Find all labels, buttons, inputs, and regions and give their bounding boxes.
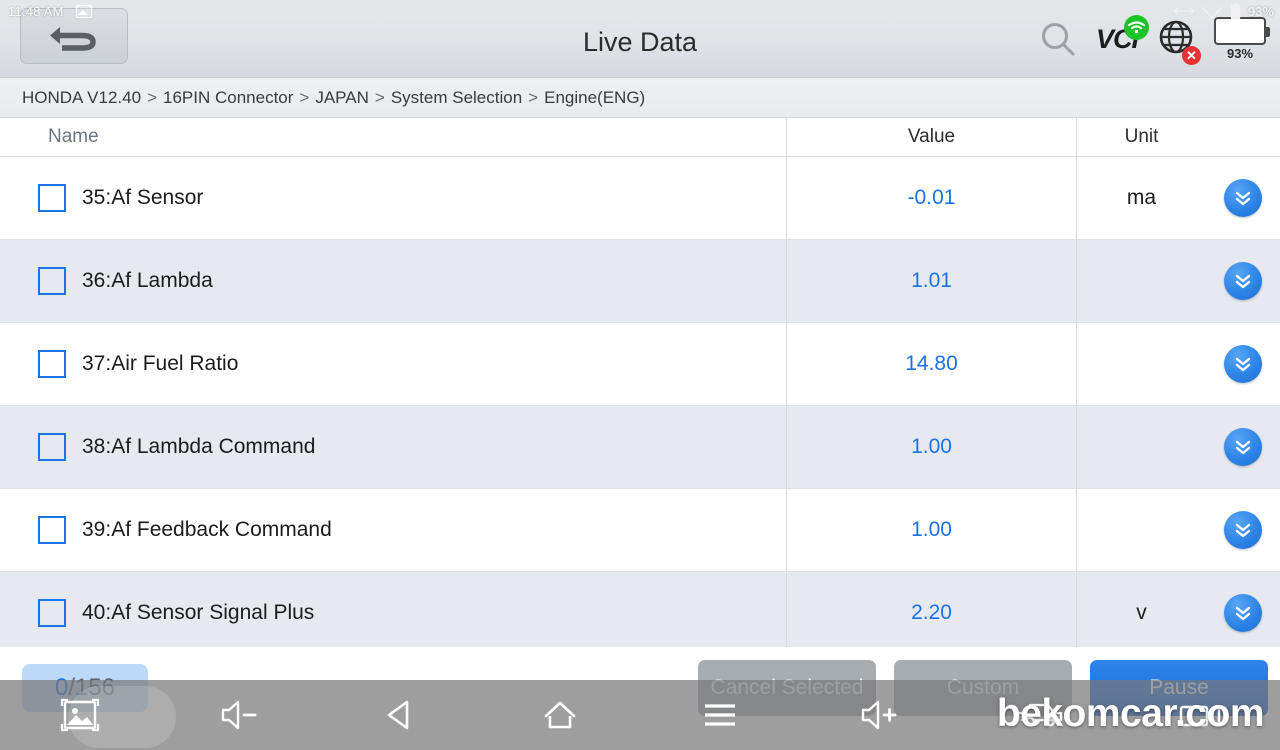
row-value-cell: 1.00 [786, 489, 1076, 571]
row-name-cell: 39:Af Feedback Command [0, 489, 786, 571]
chevron-double-down-icon[interactable] [1224, 594, 1262, 632]
table-row[interactable]: 37:Air Fuel Ratio 14.80 [0, 323, 1280, 406]
row-name-cell: 35:Af Sensor [0, 157, 786, 239]
row-checkbox[interactable] [38, 433, 66, 461]
breadcrumb-item-2[interactable]: JAPAN [315, 88, 369, 108]
header-icon-group: VCI ✕ 93% [1038, 14, 1270, 65]
row-checkbox[interactable] [38, 599, 66, 627]
column-header-unit: Unit [1076, 118, 1206, 156]
battery-indicator: 93% [1214, 17, 1270, 61]
breadcrumb-item-1[interactable]: 16PIN Connector [163, 88, 293, 108]
row-action-cell [1206, 572, 1280, 647]
breadcrumb-separator: > [299, 87, 310, 107]
breadcrumb-separator: > [528, 87, 539, 107]
row-unit-cell [1076, 240, 1206, 322]
row-action-cell [1206, 240, 1280, 322]
row-name-cell: 37:Air Fuel Ratio [0, 323, 786, 405]
row-name-cell: 40:Af Sensor Signal Plus [0, 572, 786, 647]
row-unit-cell: ma [1076, 157, 1206, 239]
row-checkbox[interactable] [38, 350, 66, 378]
row-unit-cell [1076, 406, 1206, 488]
live-data-table[interactable]: 35:Af Sensor -0.01 ma 36:Af Lambda 1.01 37:Ai… [0, 157, 1280, 647]
row-action-cell [1206, 323, 1280, 405]
table-header-row: Name Value Unit [0, 118, 1280, 157]
back-button[interactable] [20, 8, 128, 64]
nav-recents-button[interactable] [640, 680, 800, 750]
wifi-icon [1124, 14, 1149, 40]
row-unit-cell: v [1076, 572, 1206, 647]
chevron-double-down-icon[interactable] [1224, 511, 1262, 549]
breadcrumb-item-4[interactable]: Engine(ENG) [544, 88, 645, 108]
chevron-double-down-icon[interactable] [1224, 179, 1262, 217]
row-name-cell: 38:Af Lambda Command [0, 406, 786, 488]
row-value-cell: 1.01 [786, 240, 1076, 322]
nav-volume-up-button[interactable] [800, 680, 960, 750]
breadcrumb-separator: > [147, 87, 157, 107]
breadcrumb-separator: > [374, 87, 385, 107]
row-name-label: 35:Af Sensor [82, 186, 204, 209]
row-name-cell: 36:Af Lambda [0, 240, 786, 322]
row-name-label: 40:Af Sensor Signal Plus [82, 601, 315, 624]
row-name-label: 38:Af Lambda Command [82, 435, 316, 458]
row-action-cell [1206, 489, 1280, 571]
nav-volume-down-button[interactable] [160, 680, 320, 750]
breadcrumb[interactable]: HONDA V12.40 > 16PIN Connector > JAPAN >… [0, 78, 1280, 118]
column-header-actions [1206, 118, 1280, 156]
column-header-name: Name [48, 126, 99, 147]
row-value-cell: -0.01 [786, 157, 1076, 239]
breadcrumb-item-3[interactable]: System Selection [391, 88, 522, 108]
table-row[interactable]: 35:Af Sensor -0.01 ma [0, 157, 1280, 240]
breadcrumb-item-0[interactable]: HONDA V12.40 [22, 88, 141, 108]
row-checkbox[interactable] [38, 516, 66, 544]
row-checkbox[interactable] [38, 184, 66, 212]
search-icon[interactable] [1038, 19, 1078, 59]
nav-home-icon [544, 701, 576, 729]
nav-home-button[interactable] [480, 680, 640, 750]
row-unit-cell [1076, 323, 1206, 405]
volume-down-icon [221, 700, 257, 730]
row-action-cell [1206, 157, 1280, 239]
watermark: bekomcar.com [996, 692, 1265, 735]
nav-back-triangle-icon [387, 700, 409, 730]
chevron-double-down-icon[interactable] [1224, 345, 1262, 383]
battery-percent-label: 93% [1226, 46, 1254, 61]
column-header-value: Value [786, 118, 1076, 156]
row-value-cell: 2.20 [786, 572, 1076, 647]
live-data-screen: 11:48 AM 93% Live Data VCI ✕ 93% HONDA V… [0, 0, 1280, 750]
battery-icon [1214, 17, 1270, 45]
row-value-cell: 14.80 [786, 323, 1076, 405]
table-row[interactable]: 36:Af Lambda 1.01 [0, 240, 1280, 323]
row-name-label: 36:Af Lambda [82, 269, 213, 292]
network-error-badge: ✕ [1182, 45, 1201, 65]
row-name-label: 39:Af Feedback Command [82, 518, 332, 541]
row-name-label: 37:Air Fuel Ratio [82, 352, 239, 375]
table-row[interactable]: 38:Af Lambda Command 1.00 [0, 406, 1280, 489]
table-row[interactable]: 39:Af Feedback Command 1.00 [0, 489, 1280, 572]
chevron-double-down-icon[interactable] [1224, 262, 1262, 300]
table-row[interactable]: 40:Af Sensor Signal Plus 2.20 v [0, 572, 1280, 647]
nav-back-button[interactable] [320, 680, 480, 750]
volume-up-icon [861, 700, 897, 730]
vci-status-indicator[interactable]: VCI [1096, 14, 1149, 55]
row-action-cell [1206, 406, 1280, 488]
row-unit-cell [1076, 489, 1206, 571]
chevron-double-down-icon[interactable] [1224, 428, 1262, 466]
nav-highlight [68, 686, 176, 748]
nav-menu-icon [705, 704, 735, 726]
row-checkbox[interactable] [38, 267, 66, 295]
app-header: 11:48 AM 93% Live Data VCI ✕ 93% [0, 0, 1280, 78]
row-value-cell: 1.00 [786, 406, 1076, 488]
network-status-indicator[interactable]: ✕ [1156, 17, 1201, 65]
back-arrow-icon [50, 27, 96, 51]
